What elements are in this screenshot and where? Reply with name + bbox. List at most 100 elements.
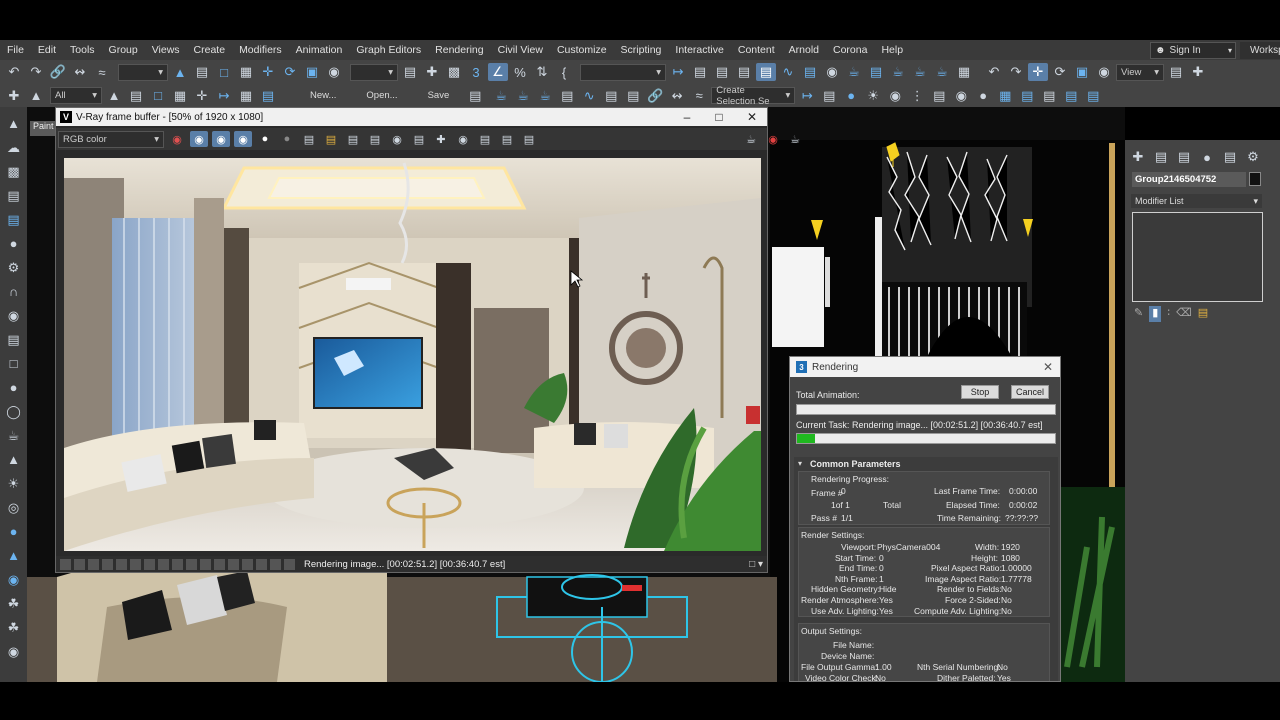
- redo-icon[interactable]: ↷: [26, 63, 46, 81]
- configure-sets-icon[interactable]: ▤: [1198, 306, 1208, 322]
- shapes-icon[interactable]: ▲: [3, 545, 25, 566]
- menu-arnold[interactable]: Arnold: [782, 44, 826, 56]
- teapot-primitive-icon[interactable]: ☕: [3, 425, 25, 446]
- folder-icon[interactable]: ▤: [3, 185, 25, 206]
- common-parameters-header[interactable]: Common Parameters: [810, 459, 901, 469]
- new-scene-button[interactable]: New...: [304, 90, 342, 101]
- render-grid-icon[interactable]: ▦: [954, 63, 974, 81]
- schematic-view-icon[interactable]: ▤: [800, 63, 820, 81]
- undo-scene-icon[interactable]: ↶: [984, 63, 1004, 81]
- region-select-icon[interactable]: □: [148, 87, 168, 105]
- mirror-icon[interactable]: ↦: [668, 63, 688, 81]
- stop-render-icon[interactable]: ◉: [764, 131, 782, 147]
- status-tool-icon[interactable]: [130, 558, 141, 570]
- collapse-icon[interactable]: ▾: [798, 459, 802, 468]
- render-icon[interactable]: ☕: [786, 131, 804, 147]
- sphere-primitive-icon[interactable]: ●: [3, 377, 25, 398]
- select-object-icon[interactable]: ▲: [170, 63, 190, 81]
- scale-tool-icon[interactable]: ▣: [1072, 63, 1092, 81]
- reference-coord-dropdown[interactable]: ▾: [350, 63, 398, 81]
- menu-modifiers[interactable]: Modifiers: [232, 44, 289, 56]
- camera-icon[interactable]: ◉: [3, 305, 25, 326]
- status-tool-icon[interactable]: [102, 558, 113, 570]
- show-end-result-icon[interactable]: ▮: [1149, 306, 1162, 322]
- create-icon[interactable]: ✚: [4, 87, 24, 105]
- history-icon[interactable]: ◉: [454, 131, 472, 147]
- magnet-icon[interactable]: ∩: [3, 281, 25, 302]
- cloud-icon[interactable]: ☁: [3, 137, 25, 158]
- undo-icon[interactable]: ↶: [4, 63, 24, 81]
- status-tool-icon[interactable]: [74, 558, 85, 570]
- vfb-title-bar[interactable]: V-Ray frame buffer - [50% of 1920 x 1080…: [56, 108, 767, 126]
- menu-graph-editors[interactable]: Graph Editors: [349, 44, 428, 56]
- percent-snap-icon[interactable]: %: [510, 63, 530, 81]
- menu-corona[interactable]: Corona: [826, 44, 874, 56]
- teapot-render-2-icon[interactable]: ☕: [513, 87, 533, 105]
- grid-snap-icon[interactable]: ▦: [236, 87, 256, 105]
- curve-tool-icon[interactable]: ∿: [579, 87, 599, 105]
- hierarchy-tab-icon[interactable]: ▤: [1174, 148, 1194, 166]
- save-channel-icon[interactable]: ◉: [168, 131, 186, 147]
- menu-scripting[interactable]: Scripting: [614, 44, 669, 56]
- blue-channel-icon[interactable]: ◉: [234, 131, 252, 147]
- place-icon[interactable]: ◉: [324, 63, 344, 81]
- make-unique-icon[interactable]: ∶: [1167, 306, 1170, 322]
- clear-image-icon[interactable]: ▤: [344, 131, 362, 147]
- stop-button[interactable]: Stop: [961, 385, 999, 399]
- menu-file[interactable]: File: [0, 44, 31, 56]
- create-selection-set-dropdown[interactable]: Create Selection Se ▾: [711, 85, 796, 107]
- menu-create[interactable]: Create: [187, 44, 233, 56]
- hierarchy-icon[interactable]: ▤: [1039, 87, 1059, 105]
- array-icon[interactable]: ▤: [258, 87, 278, 105]
- scene-explorer-icon[interactable]: ▤: [712, 63, 732, 81]
- unlink-icon[interactable]: ↭: [70, 63, 90, 81]
- menu-customize[interactable]: Customize: [550, 44, 614, 56]
- axis-constraint-icon[interactable]: ✚: [1188, 63, 1208, 81]
- tools-icon[interactable]: ⚙: [3, 257, 25, 278]
- keyboard-shortcut-icon[interactable]: ▩: [444, 63, 464, 81]
- dots-icon[interactable]: ⋮: [907, 87, 927, 105]
- render-activeshade-icon[interactable]: ☕: [932, 63, 952, 81]
- track-mouse-icon[interactable]: ◉: [388, 131, 406, 147]
- menu-edit[interactable]: Edit: [31, 44, 63, 56]
- object-color-swatch[interactable]: [1249, 172, 1261, 186]
- remove-modifier-icon[interactable]: ⌫: [1176, 306, 1192, 322]
- rendering-dialog[interactable]: Rendering 3 ✕ Total Animation: Stop Canc…: [789, 356, 1061, 682]
- cone-primitive-icon[interactable]: ▲: [3, 449, 25, 470]
- lens-effects-icon[interactable]: ▤: [476, 131, 494, 147]
- link-chain-icon[interactable]: 🔗: [645, 87, 665, 105]
- list-icon[interactable]: ▤: [929, 87, 949, 105]
- curve-editor-icon[interactable]: ∿: [778, 63, 798, 81]
- layer-explorer-icon[interactable]: ▤: [734, 63, 754, 81]
- motion-tab-icon[interactable]: ●: [1197, 148, 1217, 166]
- follow-mouse-icon[interactable]: ✚: [432, 131, 450, 147]
- teapot-render-icon[interactable]: ☕: [491, 87, 511, 105]
- alpha-channel-icon[interactable]: ●: [256, 131, 274, 147]
- image-icon[interactable]: ▩: [3, 161, 25, 182]
- spinner-snap-icon[interactable]: ⇅: [532, 63, 552, 81]
- modifier-stack[interactable]: [1132, 212, 1263, 302]
- list-view-icon[interactable]: ▤: [3, 209, 25, 230]
- grid-icon[interactable]: ▦: [995, 87, 1015, 105]
- view-dropdown[interactable]: View ▾: [1116, 63, 1164, 81]
- menu-help[interactable]: Help: [874, 44, 910, 56]
- object-name-field[interactable]: Group2146504752: [1132, 172, 1246, 187]
- bone-icon[interactable]: ●: [3, 521, 25, 542]
- save-image-icon[interactable]: ▤: [300, 131, 318, 147]
- status-tool-icon[interactable]: [172, 558, 183, 570]
- teapot-icon[interactable]: ☕: [742, 131, 760, 147]
- status-tool-icon[interactable]: [116, 558, 127, 570]
- mirror-selection-icon[interactable]: ↦: [797, 87, 817, 105]
- menu-animation[interactable]: Animation: [289, 44, 350, 56]
- rect-selection-icon[interactable]: □: [214, 63, 234, 81]
- open-scene-button[interactable]: Open...: [360, 90, 403, 101]
- scale-icon[interactable]: ▣: [302, 63, 322, 81]
- select-by-name-icon[interactable]: ▤: [192, 63, 212, 81]
- status-tool-icon[interactable]: [270, 558, 281, 570]
- light-icon[interactable]: ●: [841, 87, 861, 105]
- status-tool-icon[interactable]: [88, 558, 99, 570]
- filmstrip-icon[interactable]: ▤: [3, 329, 25, 350]
- upload-icon[interactable]: ▲: [26, 87, 46, 105]
- teapot-render-3-icon[interactable]: ☕: [535, 87, 555, 105]
- load-image-icon[interactable]: ▤: [322, 131, 340, 147]
